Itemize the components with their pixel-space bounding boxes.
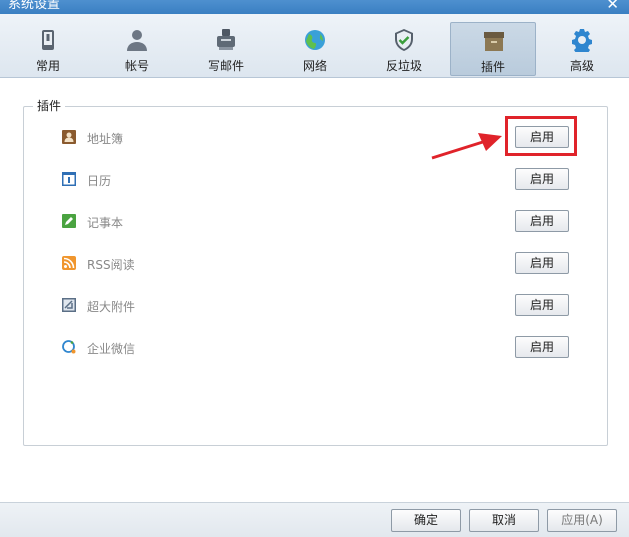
plugin-name: 企业微信 <box>87 342 136 356</box>
rss-icon <box>62 256 76 270</box>
settings-toolbar: 常用 帐号 写邮件 网络 反垃圾 插件 高级 <box>0 14 629 78</box>
dialog-footer: 确定 取消 应用(A) <box>0 502 629 537</box>
cancel-button[interactable]: 取消 <box>469 509 539 532</box>
user-icon <box>127 30 147 51</box>
close-icon[interactable]: ✕ <box>606 0 619 12</box>
wework-icon <box>62 340 76 354</box>
window-title: 系统设置 <box>8 0 61 12</box>
plugin-name: 地址簿 <box>87 132 124 146</box>
plugin-row-attachment: 超大附件 启用 <box>61 294 581 318</box>
tab-antispam-label: 反垃圾 <box>385 59 422 73</box>
tab-general[interactable]: 常用 <box>5 22 91 76</box>
globe-icon <box>305 30 325 50</box>
plugin-name: RSS阅读 <box>87 258 135 272</box>
tab-account-label: 帐号 <box>124 59 149 73</box>
plugin-row-notepad: 记事本 启用 <box>61 210 581 234</box>
enable-rss-button[interactable]: 启用 <box>515 252 569 274</box>
contacts-icon <box>62 130 76 144</box>
plugins-group <box>23 106 608 446</box>
tab-antispam[interactable]: 反垃圾 <box>361 22 447 76</box>
tab-plugins[interactable]: 插件 <box>450 22 536 76</box>
tab-general-label: 常用 <box>35 59 60 73</box>
box-icon <box>484 32 504 51</box>
annotation-arrow-icon <box>431 133 502 160</box>
tab-plugins-label: 插件 <box>480 60 505 74</box>
tab-compose[interactable]: 写邮件 <box>183 22 269 76</box>
ok-button[interactable]: 确定 <box>391 509 461 532</box>
highlight-box <box>505 116 577 156</box>
tab-advanced[interactable]: 高级 <box>539 22 625 76</box>
compose-icon <box>217 29 235 50</box>
calendar-icon <box>62 172 76 186</box>
plugin-row-wework: 企业微信 启用 <box>61 336 581 360</box>
tab-compose-label: 写邮件 <box>207 59 244 73</box>
attachment-icon <box>62 298 76 312</box>
tab-advanced-label: 高级 <box>569 59 594 73</box>
plugins-panel: 插件 地址簿 启用 日历 启用 记事本 启用 RSS阅读 启用 超大附件 启用 … <box>0 79 629 502</box>
enable-attachment-button[interactable]: 启用 <box>515 294 569 316</box>
plugin-name: 记事本 <box>87 216 124 230</box>
shield-icon <box>395 29 413 51</box>
phone-icon <box>42 30 54 50</box>
plugin-row-calendar: 日历 启用 <box>61 168 581 192</box>
tab-network[interactable]: 网络 <box>272 22 358 76</box>
enable-notepad-button[interactable]: 启用 <box>515 210 569 232</box>
enable-calendar-button[interactable]: 启用 <box>515 168 569 190</box>
tab-account[interactable]: 帐号 <box>94 22 180 76</box>
notepad-icon <box>62 214 76 228</box>
plugin-row-rss: RSS阅读 启用 <box>61 252 581 276</box>
tab-network-label: 网络 <box>302 59 327 73</box>
title-bar: 系统设置 ✕ <box>0 0 629 14</box>
gear-icon <box>572 29 592 52</box>
enable-wework-button[interactable]: 启用 <box>515 336 569 358</box>
plugin-name: 超大附件 <box>87 300 136 314</box>
plugins-group-title: 插件 <box>33 97 66 114</box>
apply-button[interactable]: 应用(A) <box>547 509 617 532</box>
settings-window: 系统设置 ✕ 常用 帐号 写邮件 网络 反垃圾 插件 高级 插件 地址簿 启用 … <box>0 0 629 537</box>
plugin-name: 日历 <box>87 174 112 188</box>
